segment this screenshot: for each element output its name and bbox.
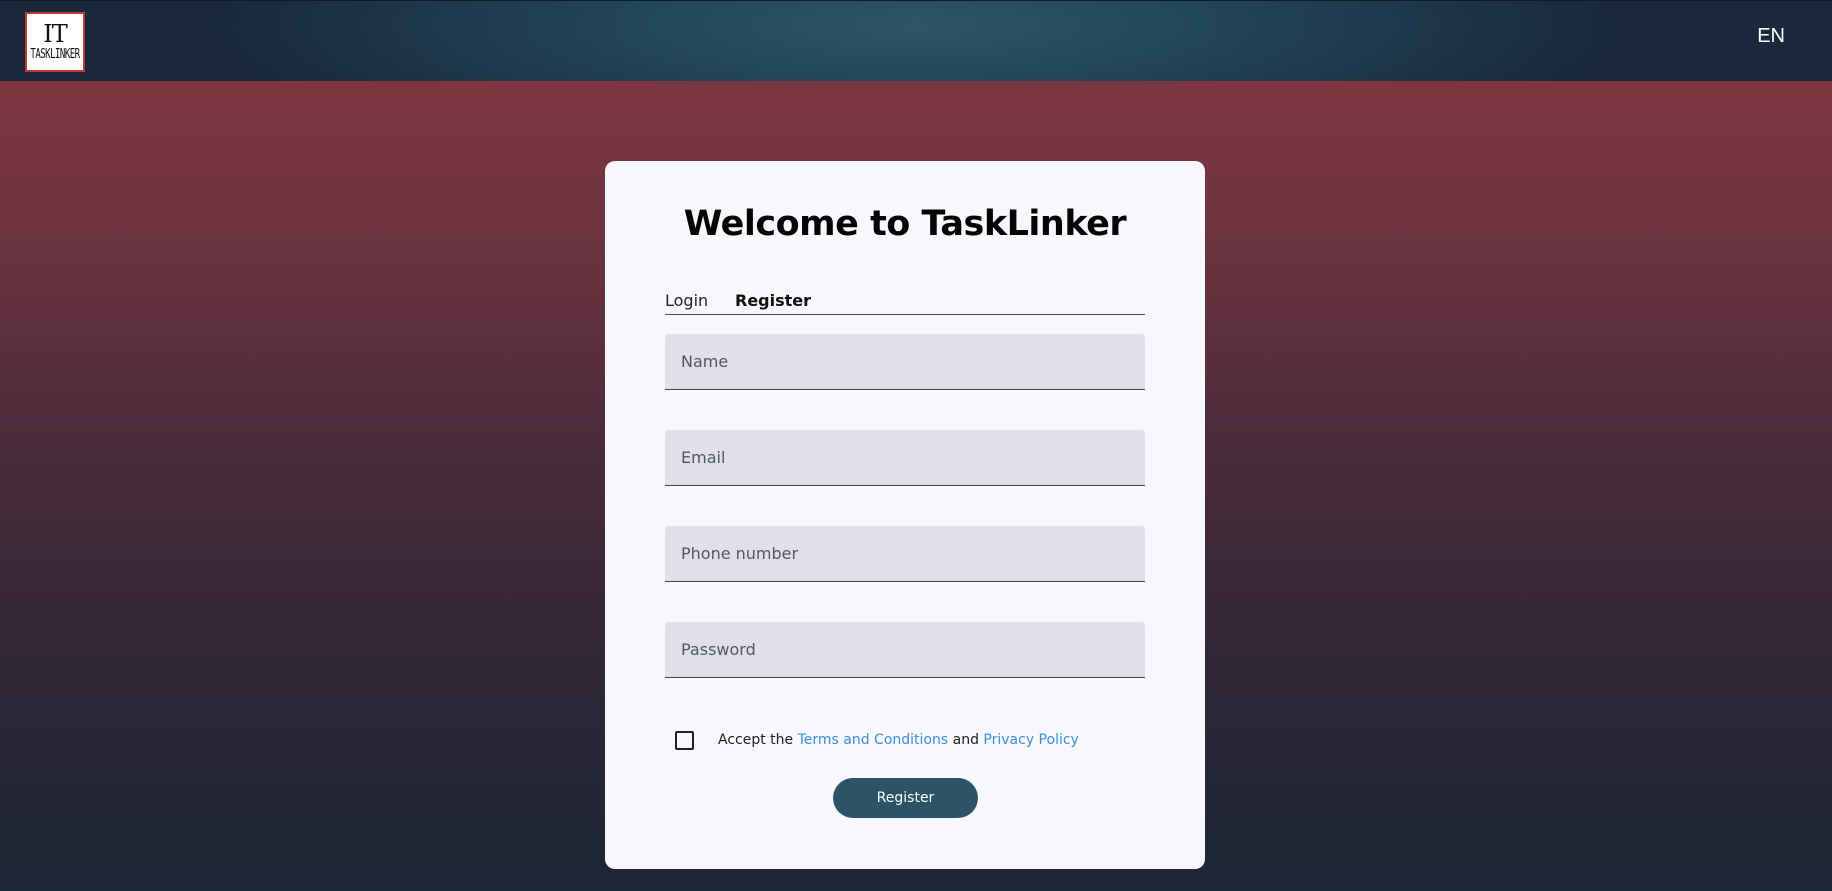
logo-wordmark: TASKLINKER: [30, 47, 80, 63]
email-field[interactable]: [665, 430, 1145, 486]
phone-field[interactable]: [665, 526, 1145, 582]
tasklinker-logo[interactable]: IT TASKLINKER: [25, 12, 85, 72]
terms-checkbox[interactable]: [675, 730, 694, 750]
tab-register[interactable]: Register: [735, 291, 811, 310]
auth-card: Welcome to TaskLinker Login Register Acc…: [605, 161, 1205, 869]
consent-prefix: Accept the: [718, 732, 794, 748]
consent-conjunction: and: [952, 732, 979, 748]
terms-consent-row: Accept the Terms and Conditions and Priv…: [675, 728, 1079, 752]
register-button[interactable]: Register: [833, 778, 978, 818]
name-field[interactable]: [665, 334, 1145, 390]
terms-link[interactable]: Terms and Conditions: [798, 732, 949, 748]
auth-tabs: Login Register: [665, 291, 1145, 315]
tab-login[interactable]: Login: [665, 291, 708, 310]
language-selector[interactable]: EN: [1757, 25, 1785, 48]
logo-mark: IT: [43, 20, 67, 48]
privacy-policy-link[interactable]: Privacy Policy: [983, 732, 1078, 748]
top-navbar: IT TASKLINKER EN: [0, 0, 1832, 81]
page-title: Welcome to TaskLinker: [683, 204, 1127, 244]
password-field[interactable]: [665, 622, 1145, 678]
